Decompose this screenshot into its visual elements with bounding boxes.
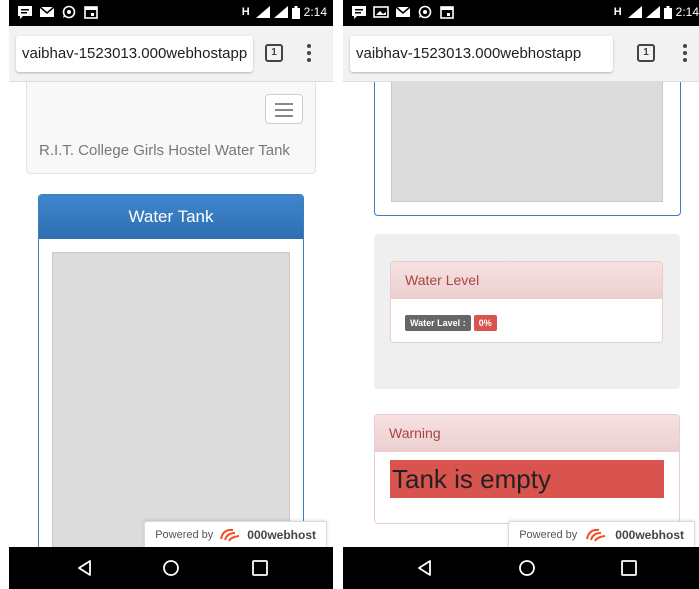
whatsapp-icon <box>62 5 76 19</box>
gallery-icon <box>373 6 389 18</box>
water-tank-card-title: Water Tank <box>39 195 303 239</box>
webhost-logo-icon <box>220 528 240 542</box>
system-nav-bar <box>9 547 333 589</box>
water-level-value-badge: 0% <box>473 315 497 331</box>
browser-toolbar: vaibhav-1523013.000webhostapp 1 <box>343 26 699 82</box>
browser-menu-button[interactable] <box>681 42 689 64</box>
network-type: H <box>241 6 250 18</box>
status-bar: H 2:14 <box>343 0 699 26</box>
message-icon <box>18 6 32 19</box>
home-icon[interactable] <box>517 558 537 578</box>
recents-icon[interactable] <box>250 558 270 578</box>
url-field[interactable]: vaibhav-1523013.000webhostapp <box>16 36 253 72</box>
water-level-panel: Water Level Water Lavel : 0% <box>390 261 663 343</box>
calendar-icon <box>440 6 454 19</box>
back-icon[interactable] <box>75 558 95 578</box>
mail-icon <box>395 6 411 17</box>
webhost-name: 000webhost <box>615 527 684 542</box>
web-content-left: R.I.T. College Girls Hostel Water Tank W… <box>9 82 333 547</box>
network-type: H <box>613 6 622 18</box>
tank-visual-frame <box>391 82 663 202</box>
webhost-name: 000webhost <box>247 527 316 542</box>
warning-title: Warning <box>375 415 679 452</box>
status-bar: H 2:14 <box>9 0 333 26</box>
water-tank-card: Water Tank <box>38 194 304 547</box>
hamburger-menu-icon[interactable] <box>265 94 303 124</box>
phone-screen-right: H 2:14 vaibhav-1523013.000webhostapp 1 W… <box>343 0 699 589</box>
battery-icon <box>663 5 672 19</box>
powered-by-text: Powered by <box>519 528 578 541</box>
phone-screen-left: H 2:14 vaibhav-1523013.000webhostapp 1 R… <box>9 0 333 589</box>
water-level-well: Water Level Water Lavel : 0% <box>374 234 680 389</box>
calendar-icon <box>84 6 98 19</box>
url-field[interactable]: vaibhav-1523013.000webhostapp <box>350 36 613 72</box>
site-navbar: R.I.T. College Girls Hostel Water Tank <box>26 82 316 174</box>
back-icon[interactable] <box>415 558 435 578</box>
powered-by-badge[interactable]: Powered by 000webhost <box>508 521 695 547</box>
tank-visual-frame <box>52 252 290 547</box>
recents-icon[interactable] <box>619 558 639 578</box>
tab-switcher-button[interactable]: 1 <box>637 44 655 62</box>
clock: 2:14 <box>303 5 327 19</box>
battery-icon <box>291 5 300 19</box>
whatsapp-icon <box>418 5 432 19</box>
web-content-right: Water Level Water Lavel : 0% Warning Tan… <box>343 82 699 547</box>
water-level-title: Water Level <box>391 262 662 299</box>
home-icon[interactable] <box>161 558 181 578</box>
tab-switcher-button[interactable]: 1 <box>265 44 283 62</box>
site-brand[interactable]: R.I.T. College Girls Hostel Water Tank <box>39 142 290 159</box>
water-tank-card <box>374 82 681 216</box>
signal-icon-2 <box>645 6 660 18</box>
signal-icon <box>255 6 270 18</box>
mail-icon <box>39 6 55 17</box>
powered-by-badge[interactable]: Powered by 000webhost <box>144 521 327 547</box>
warning-panel: Warning Tank is empty <box>374 414 680 524</box>
clock: 2:14 <box>675 5 699 19</box>
browser-toolbar: vaibhav-1523013.000webhostapp 1 <box>9 26 333 82</box>
system-nav-bar <box>343 547 699 589</box>
message-icon <box>352 6 366 19</box>
signal-icon <box>627 6 642 18</box>
webhost-logo-icon <box>586 528 606 542</box>
signal-icon-2 <box>273 6 288 18</box>
warning-message: Tank is empty <box>390 460 664 498</box>
powered-by-text: Powered by <box>155 528 214 541</box>
water-level-label: Water Lavel : <box>405 315 471 331</box>
browser-menu-button[interactable] <box>305 42 313 64</box>
